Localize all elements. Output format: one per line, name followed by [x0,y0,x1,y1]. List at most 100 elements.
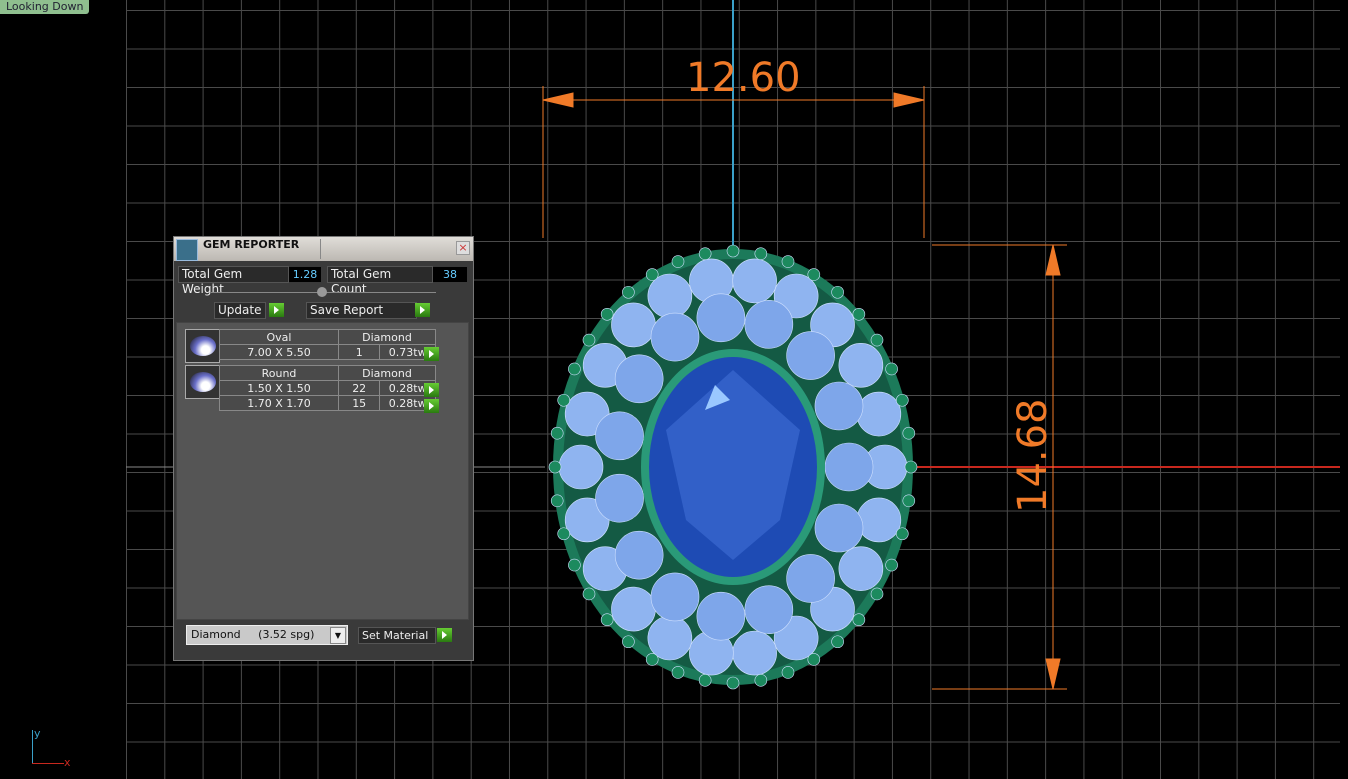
gem-count: 22 [337,380,381,396]
round-diamond [647,273,693,319]
prong [902,494,916,508]
prong [831,635,844,649]
round-diamond [732,258,777,304]
prong [726,676,740,690]
gem-material: Diamond [338,329,436,345]
prong [568,362,581,376]
axis-gizmo-y [32,730,33,764]
round-diamond [595,473,644,523]
prong [781,255,795,268]
gem-shape: Round [219,365,339,381]
set-material-button[interactable]: Set Material [358,627,436,644]
axis-y-label: y [34,727,41,740]
prong [622,285,635,299]
prong [831,285,844,299]
collapse-handle-icon[interactable] [317,287,327,297]
prong [568,558,581,572]
prong [550,426,564,440]
save-report-go-icon[interactable] [415,303,430,317]
prong [870,333,884,347]
save-report-button[interactable]: Save Report [306,302,417,319]
round-diamond [614,530,664,580]
round-diamond [595,411,644,461]
gem-list: Oval Diamond 7.00 X 5.50 1 0.73tw Round Diam… [176,322,469,620]
prong [548,460,562,474]
round-gem-thumbnail [185,365,220,399]
view-label[interactable]: Looking Down [0,0,90,14]
prong [852,613,866,627]
update-go-icon[interactable] [269,303,284,317]
update-button[interactable]: Update [214,302,266,319]
dialog-title: GEM REPORTER [203,238,300,251]
prong [902,426,916,440]
round-diamond [614,354,664,404]
prong [671,255,685,268]
prong [726,244,740,258]
gem-size: 7.00 X 5.50 [219,344,339,360]
chevron-down-icon[interactable]: ▼ [330,627,346,644]
row-go-icon[interactable] [424,347,439,361]
gem-group-oval: Oval Diamond 7.00 X 5.50 1 0.73tw [219,329,436,360]
prong [870,587,884,601]
round-diamond [786,554,835,603]
prong [582,587,596,601]
prong [600,307,614,321]
prong [807,268,821,281]
total-weight-label: Total Gem Weight [178,266,289,296]
gem-count: 1 [337,344,381,360]
gem-reporter-dialog: GEM REPORTER × Total Gem Weight 1.28 Tot… [173,236,474,661]
round-diamond [611,586,656,632]
prong [622,635,635,649]
material-select-value: Diamond (3.52 spg) [191,628,315,641]
round-diamond [838,343,884,388]
round-diamond [650,572,700,622]
prong [885,362,898,376]
width-dimension-label: 12.60 [686,55,801,101]
prong [550,494,564,508]
prong [895,527,909,541]
prong [754,247,768,260]
prong [557,393,571,407]
round-diamond [744,300,794,349]
prong [852,307,866,321]
prong [645,268,659,281]
prong [557,527,571,541]
height-dimension-label: 14.68 [1010,398,1056,513]
prong [904,460,918,474]
gem-pendant[interactable] [548,244,918,690]
axis-x-label: x [64,756,71,769]
prong [895,393,909,407]
round-diamond [696,293,746,343]
row-go-icon[interactable] [424,383,439,397]
row-go-icon[interactable] [424,399,439,413]
dialog-titlebar[interactable]: GEM REPORTER × [174,237,473,261]
gem-reporter-icon [176,239,198,261]
axis-gizmo-x [32,763,64,764]
material-select[interactable]: Diamond (3.52 spg) ▼ [186,625,348,645]
prong [885,558,898,572]
prong [600,613,614,627]
prong [754,674,768,687]
gem-shape: Oval [219,329,339,345]
set-material-go-icon[interactable] [437,628,452,642]
gem-count: 15 [337,395,381,411]
round-diamond [744,585,794,634]
close-button[interactable]: × [456,241,470,255]
prong [781,666,795,679]
round-diamond [650,312,700,362]
total-count-label: Total Gem Count [327,266,433,296]
round-diamond [732,630,777,676]
prong [698,247,712,260]
prong [807,653,821,666]
prong [645,653,659,666]
prong [671,666,685,679]
gem-group-round: Round Diamond 1.50 X 1.50 22 0.28tw 1.70 X … [219,365,436,411]
titlebar-divider [320,239,321,259]
round-diamond [838,546,884,591]
round-diamond [824,442,874,492]
round-diamond [611,302,656,348]
total-weight-value: 1.28 [289,267,321,282]
round-diamond [856,391,902,437]
gem-size: 1.50 X 1.50 [219,380,339,396]
gem-size: 1.70 X 1.70 [219,395,339,411]
